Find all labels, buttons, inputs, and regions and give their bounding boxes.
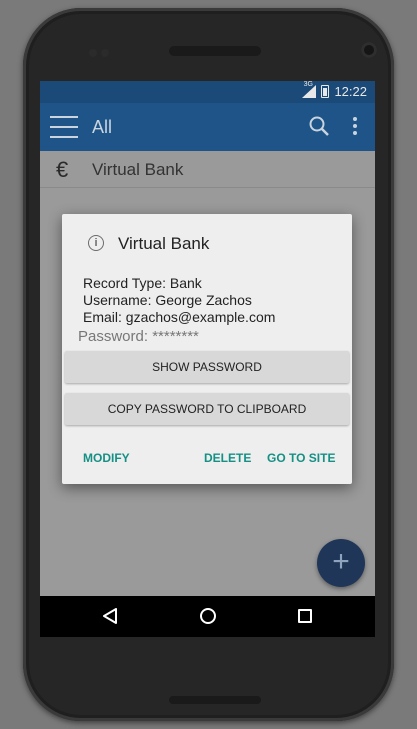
- info-icon: i: [88, 235, 104, 251]
- bottom-speaker: [169, 696, 261, 704]
- front-camera: [361, 42, 377, 58]
- status-bar: 3G 12:22: [40, 81, 375, 103]
- go-to-site-button[interactable]: GO TO SITE: [267, 451, 335, 465]
- recent-apps-icon[interactable]: [298, 609, 312, 623]
- add-record-button[interactable]: +: [317, 539, 365, 587]
- record-dialog: i Virtual Bank Record Type: Bank Usernam…: [62, 214, 352, 484]
- signal-icon: [302, 85, 317, 98]
- password-text: Password: ********: [78, 328, 199, 345]
- euro-icon: €: [56, 157, 69, 182]
- overflow-icon[interactable]: [352, 117, 358, 137]
- dialog-title: Virtual Bank: [118, 234, 210, 253]
- modify-button[interactable]: MODIFY: [83, 451, 130, 465]
- delete-button[interactable]: DELETE: [204, 451, 251, 465]
- list-item[interactable]: € Virtual Bank: [40, 151, 375, 188]
- list-item-label: Virtual Bank: [92, 160, 184, 179]
- username-text: Username: George Zachos: [83, 292, 252, 308]
- battery-icon: [321, 85, 330, 98]
- copy-password-button[interactable]: COPY PASSWORD TO CLIPBOARD: [65, 393, 349, 425]
- record-type-text: Record Type: Bank: [83, 275, 202, 291]
- back-icon[interactable]: [102, 608, 118, 624]
- home-icon[interactable]: [200, 608, 216, 624]
- status-time: 12:22: [334, 84, 367, 99]
- front-sensors: [89, 44, 119, 57]
- email-text: Email: gzachos@example.com: [83, 309, 276, 325]
- app-bar-title: All: [92, 117, 113, 137]
- show-password-button[interactable]: SHOW PASSWORD: [65, 351, 349, 383]
- app-bar: All: [40, 103, 375, 151]
- search-icon[interactable]: [308, 115, 330, 137]
- navigation-bar: [40, 596, 375, 637]
- earpiece-speaker: [169, 46, 261, 56]
- menu-icon[interactable]: [50, 116, 78, 138]
